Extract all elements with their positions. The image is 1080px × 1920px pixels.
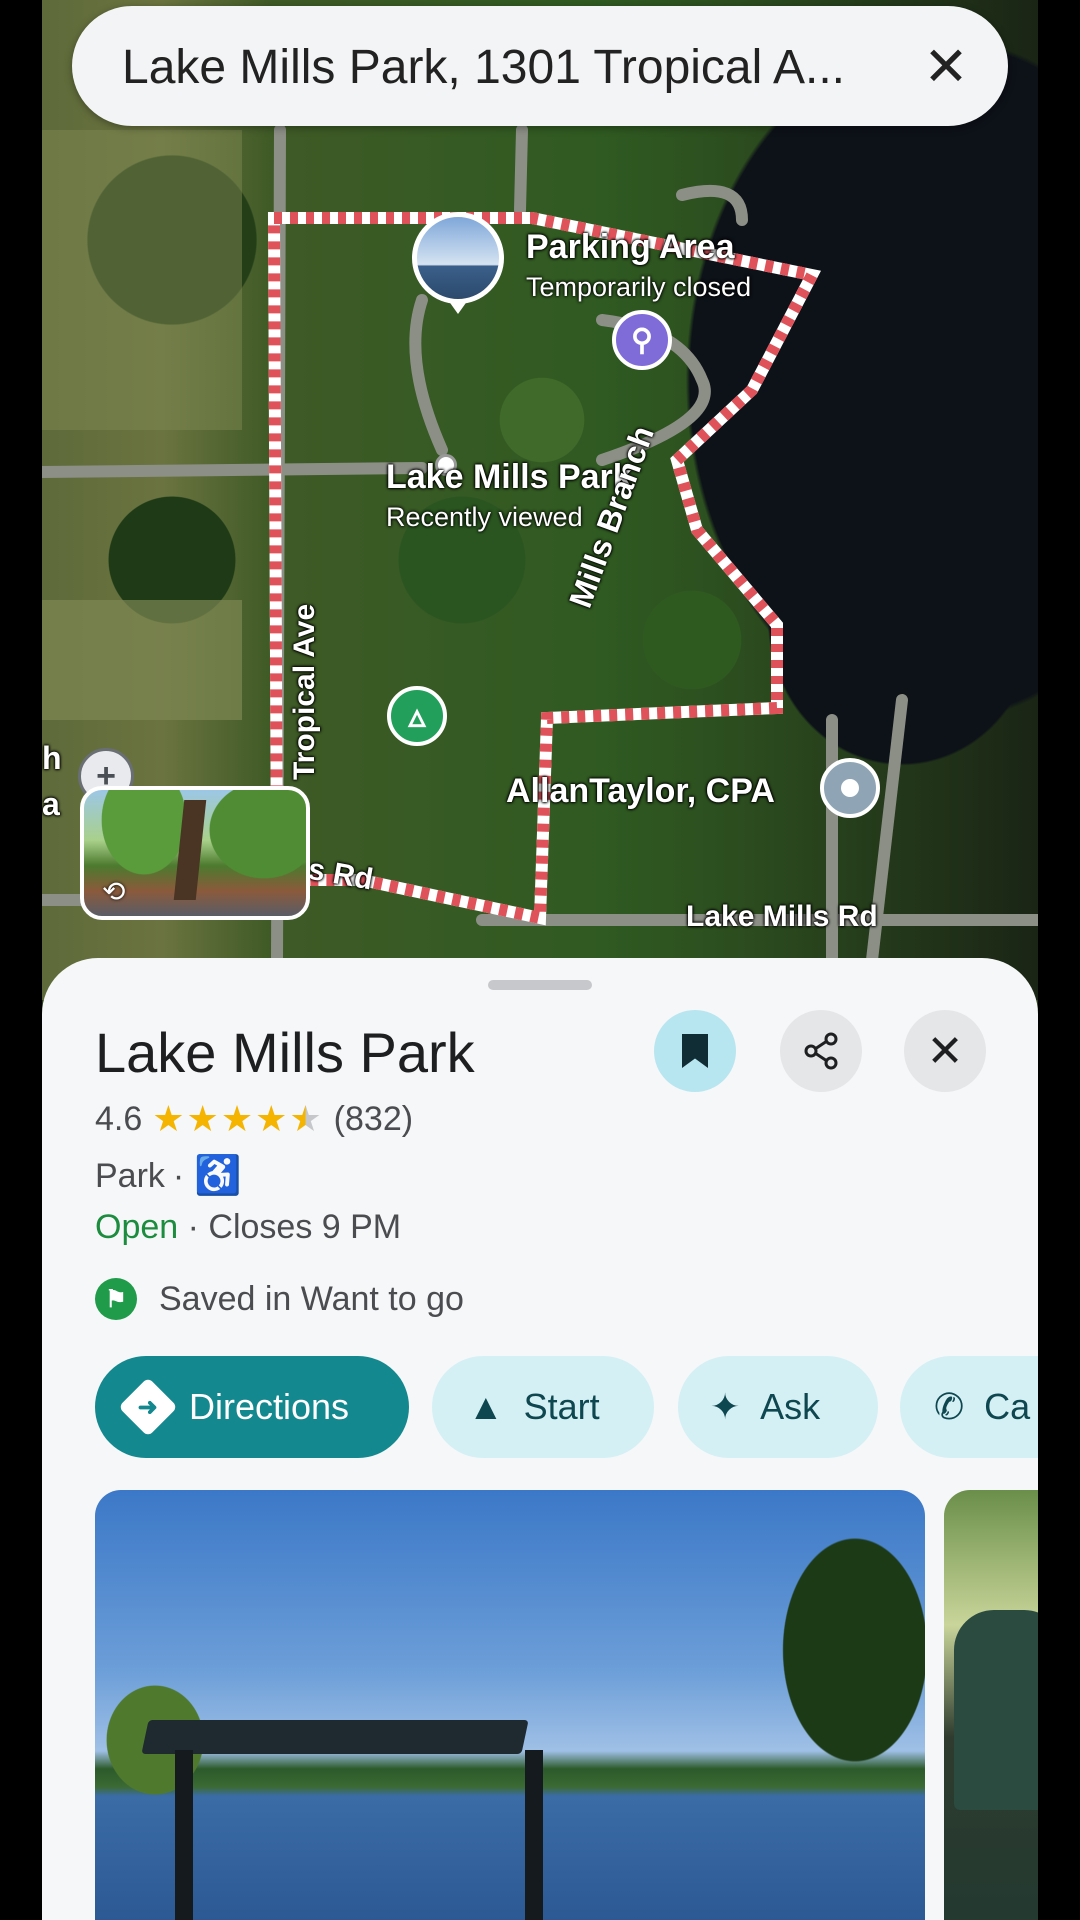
parking-status-label: Temporarily closed xyxy=(526,272,752,302)
saved-list-row[interactable]: ⚑ Saved in Want to go xyxy=(95,1278,464,1320)
place-title: Lake Mills Park xyxy=(95,1021,475,1084)
sheet-drag-handle[interactable] xyxy=(488,980,592,990)
half-star-icon: ★ xyxy=(289,1098,322,1139)
call-button[interactable]: ✆ Ca xyxy=(900,1356,1038,1458)
call-label: Ca xyxy=(984,1386,1031,1427)
share-button[interactable] xyxy=(780,1010,862,1092)
start-label: Start xyxy=(523,1386,600,1427)
flag-icon: ⚑ xyxy=(95,1278,137,1320)
park-name-map-label[interactable]: Lake Mills Park xyxy=(386,458,632,497)
hours-row[interactable]: Open · Closes 9 PM xyxy=(95,1208,401,1247)
place-photo[interactable] xyxy=(95,1490,925,1920)
star-icon: ★ xyxy=(220,1098,254,1139)
ask-label: Ask xyxy=(760,1386,821,1427)
place-photo-pin[interactable] xyxy=(412,212,504,304)
pin-dot xyxy=(841,779,859,797)
place-photo-secondary[interactable] xyxy=(944,1490,1038,1920)
photo-trash-bin xyxy=(954,1610,1038,1810)
open-status: Open xyxy=(95,1208,179,1246)
star-icon: ★ xyxy=(152,1098,185,1139)
star-icon: ★ xyxy=(255,1098,288,1139)
road-label-tropical: Tropical Ave xyxy=(288,603,321,780)
navigation-arrow-icon: ▲ xyxy=(468,1386,504,1427)
type-separator: · xyxy=(172,1156,185,1195)
edge-label-h: h xyxy=(42,740,62,776)
screen: Parking Area Temporarily closed ⚲ Lake M… xyxy=(42,0,1038,1920)
tree-trunk xyxy=(173,800,207,900)
street-view-thumbnail[interactable]: ⟲ xyxy=(80,786,310,920)
pin-tail xyxy=(448,300,468,314)
saved-list-text: Saved in Want to go xyxy=(159,1279,464,1318)
ask-button[interactable]: ✦ Ask xyxy=(678,1356,878,1458)
directions-button[interactable]: ➜ Directions xyxy=(95,1356,409,1458)
search-query-text[interactable]: Lake Mills Park, 1301 Tropical A... xyxy=(122,40,882,95)
share-icon xyxy=(804,1032,838,1070)
bookmark-icon xyxy=(682,1034,708,1068)
recently-viewed-label: Recently viewed xyxy=(386,502,583,532)
rating-value: 4.6 xyxy=(95,1099,143,1138)
saved-button[interactable] xyxy=(654,1010,736,1092)
review-count[interactable]: (832) xyxy=(334,1100,413,1139)
place-pin-icon[interactable] xyxy=(820,758,880,818)
star-icon: ★ xyxy=(186,1098,219,1139)
place-details-sheet[interactable]: Lake Mills Park ✕ 4.6 ★ ★ ★ ★ ★ (832) Pa… xyxy=(42,958,1038,1920)
campground-icon[interactable]: ▵ xyxy=(387,686,447,746)
photo-shelter-post xyxy=(175,1750,193,1920)
rating-row[interactable]: 4.6 ★ ★ ★ ★ ★ (832) xyxy=(95,1098,413,1140)
map-view[interactable]: Parking Area Temporarily closed ⚲ Lake M… xyxy=(42,0,1038,1000)
restroom-icon[interactable]: ⚲ xyxy=(612,310,672,370)
phone-icon: ✆ xyxy=(934,1386,965,1427)
business-label[interactable]: AllanTaylor, CPA xyxy=(506,772,775,811)
directions-label: Directions xyxy=(189,1386,350,1427)
wheelchair-accessible-icon: ♿ xyxy=(194,1155,242,1197)
place-type-row: Park · ♿ xyxy=(95,1154,242,1198)
edge-label-a: a xyxy=(42,786,60,822)
search-bar[interactable]: Lake Mills Park, 1301 Tropical A... ✕ xyxy=(72,6,1008,126)
street-view-icon: ⟲ xyxy=(102,876,126,907)
closing-time: · Closes 9 PM xyxy=(178,1208,402,1246)
directions-icon: ➜ xyxy=(118,1377,178,1437)
photo-tree xyxy=(735,1490,925,1820)
close-sheet-button[interactable]: ✕ xyxy=(904,1010,986,1092)
sparkle-icon: ✦ xyxy=(710,1386,741,1427)
photo-shelter-post xyxy=(525,1750,543,1920)
star-rating: ★ ★ ★ ★ ★ xyxy=(152,1098,323,1140)
place-type: Park xyxy=(95,1156,165,1195)
parking-area-label[interactable]: Parking Area xyxy=(526,228,735,267)
photo-shelter-roof xyxy=(141,1720,529,1754)
road-label-lake-mills: Lake Mills Rd xyxy=(686,900,878,933)
clear-search-icon[interactable]: ✕ xyxy=(912,32,980,100)
start-button[interactable]: ▲ Start xyxy=(432,1356,654,1458)
